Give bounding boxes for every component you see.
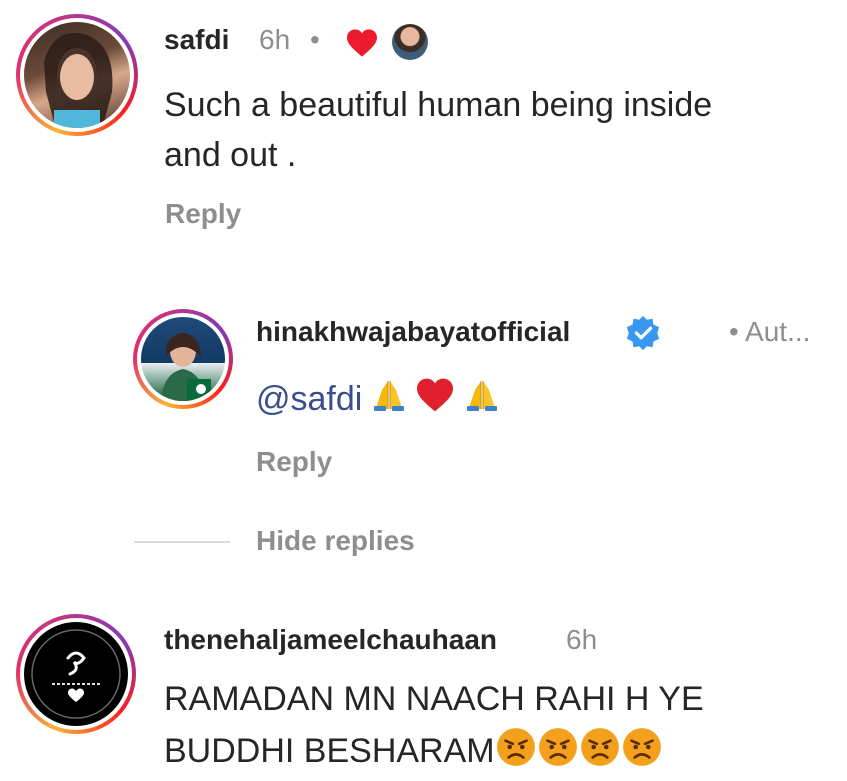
liker-avatar bbox=[392, 24, 428, 60]
mention-link[interactable]: @safdi bbox=[256, 380, 362, 418]
comment-username[interactable]: safdi bbox=[164, 24, 229, 56]
avatar-thenehaljameelchauhaan[interactable] bbox=[16, 614, 136, 734]
heart-emoji bbox=[415, 377, 455, 425]
comment-text: RAMADAN MN NAACH RAHI H YE bbox=[164, 680, 704, 718]
hide-replies-button[interactable]: Hide replies bbox=[256, 525, 415, 557]
reply-username[interactable]: hinakhwajabayatofficial bbox=[256, 316, 570, 348]
comment-text-continued: BUDDHI BESHARAM bbox=[164, 726, 663, 780]
reply-button[interactable]: Reply bbox=[165, 198, 241, 230]
comment-text-line2: BUDDHI BESHARAM bbox=[164, 731, 495, 770]
angry-emoji bbox=[495, 726, 537, 780]
comment-username[interactable]: thenehaljameelchauhaan bbox=[164, 624, 497, 656]
comment-text: Such a beautiful human being inside bbox=[164, 86, 713, 124]
comment-text-continued: and out . bbox=[164, 136, 297, 174]
separator-dot: • bbox=[310, 24, 320, 55]
angry-emoji bbox=[537, 726, 579, 780]
reply-text: @safdi bbox=[256, 376, 499, 425]
pray-emoji bbox=[465, 378, 499, 424]
avatar-safdi[interactable] bbox=[16, 14, 138, 136]
reply-button[interactable]: Reply bbox=[256, 446, 332, 478]
angry-emoji bbox=[621, 726, 663, 780]
verified-badge-icon bbox=[626, 315, 660, 351]
hide-replies-divider bbox=[134, 541, 230, 543]
heart-icon bbox=[347, 29, 377, 57]
author-label: • Aut... bbox=[729, 316, 811, 347]
comment-time: 6h bbox=[259, 24, 291, 55]
avatar-hinakhwajabayatofficial[interactable] bbox=[133, 309, 233, 409]
comment-time: 6h bbox=[566, 624, 598, 655]
angry-emoji bbox=[579, 726, 621, 780]
pray-emoji bbox=[372, 378, 406, 424]
